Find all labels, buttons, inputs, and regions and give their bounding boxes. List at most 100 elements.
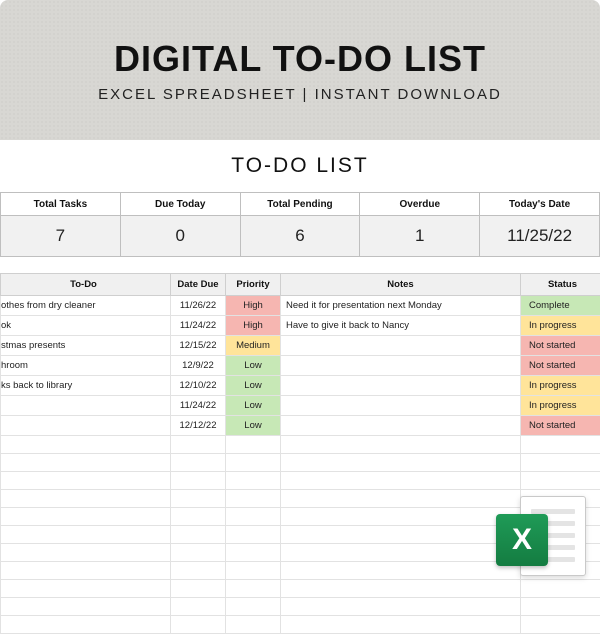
empty-cell[interactable] [281,472,521,490]
cell-priority[interactable]: Low [226,356,281,376]
empty-cell[interactable] [171,436,226,454]
empty-cell[interactable] [226,436,281,454]
empty-cell[interactable] [171,616,226,634]
empty-cell[interactable] [1,508,171,526]
empty-cell[interactable] [171,544,226,562]
empty-cell[interactable] [226,544,281,562]
cell-priority[interactable]: High [226,316,281,336]
empty-cell[interactable] [1,544,171,562]
cell-status[interactable]: Not started [521,356,600,376]
cell-date[interactable]: 11/26/22 [171,296,226,316]
cell-notes[interactable] [281,416,521,436]
table-row-empty[interactable] [1,580,600,598]
empty-cell[interactable] [226,562,281,580]
empty-cell[interactable] [281,490,521,508]
cell-date[interactable]: 12/10/22 [171,376,226,396]
empty-cell[interactable] [226,490,281,508]
cell-todo[interactable] [1,416,171,436]
cell-status[interactable]: In progress [521,376,600,396]
promo-header: DIGITAL TO-DO LIST EXCEL SPREADSHEET | I… [0,0,600,140]
empty-cell[interactable] [1,580,171,598]
table-row[interactable]: 12/12/22Low Not started [1,416,600,436]
empty-cell[interactable] [281,580,521,598]
cell-todo[interactable] [1,396,171,416]
empty-cell[interactable] [521,598,600,616]
empty-cell[interactable] [1,616,171,634]
empty-cell[interactable] [281,562,521,580]
empty-cell[interactable] [226,508,281,526]
cell-notes[interactable] [281,396,521,416]
table-row-empty[interactable] [1,454,600,472]
empty-cell[interactable] [1,454,171,472]
empty-cell[interactable] [281,526,521,544]
cell-status[interactable]: Not started [521,336,600,356]
empty-cell[interactable] [281,598,521,616]
empty-cell[interactable] [226,472,281,490]
empty-cell[interactable] [1,526,171,544]
empty-cell[interactable] [281,508,521,526]
empty-cell[interactable] [226,616,281,634]
cell-priority[interactable]: Low [226,396,281,416]
table-row[interactable]: othes from dry cleaner11/26/22HighNeed i… [1,296,600,316]
empty-cell[interactable] [521,580,600,598]
empty-cell[interactable] [281,454,521,472]
table-row[interactable]: ok11/24/22HighHave to give it back to Na… [1,316,600,336]
empty-cell[interactable] [1,472,171,490]
cell-status[interactable]: In progress [521,316,600,336]
empty-cell[interactable] [1,490,171,508]
table-row-empty[interactable] [1,436,600,454]
cell-notes[interactable] [281,356,521,376]
cell-todo[interactable]: ok [1,316,171,336]
cell-notes[interactable]: Have to give it back to Nancy [281,316,521,336]
cell-date[interactable]: 11/24/22 [171,316,226,336]
empty-cell[interactable] [226,454,281,472]
empty-cell[interactable] [1,436,171,454]
empty-cell[interactable] [171,454,226,472]
empty-cell[interactable] [521,454,600,472]
table-row[interactable]: 11/24/22Low In progress [1,396,600,416]
empty-cell[interactable] [171,598,226,616]
cell-priority[interactable]: Medium [226,336,281,356]
empty-cell[interactable] [171,472,226,490]
cell-priority[interactable]: High [226,296,281,316]
empty-cell[interactable] [281,436,521,454]
cell-todo[interactable]: ks back to library [1,376,171,396]
cell-notes[interactable] [281,376,521,396]
cell-notes[interactable] [281,336,521,356]
cell-date[interactable]: 11/24/22 [171,396,226,416]
cell-todo[interactable]: othes from dry cleaner [1,296,171,316]
cell-priority[interactable]: Low [226,416,281,436]
empty-cell[interactable] [521,616,600,634]
empty-cell[interactable] [281,616,521,634]
cell-date[interactable]: 12/12/22 [171,416,226,436]
table-row-empty[interactable] [1,598,600,616]
empty-cell[interactable] [171,562,226,580]
empty-cell[interactable] [521,436,600,454]
empty-cell[interactable] [281,544,521,562]
empty-cell[interactable] [1,598,171,616]
cell-date[interactable]: 12/15/22 [171,336,226,356]
cell-todo[interactable]: stmas presents [1,336,171,356]
empty-cell[interactable] [521,472,600,490]
table-row[interactable]: hroom12/9/22Low Not started [1,356,600,376]
empty-cell[interactable] [171,580,226,598]
empty-cell[interactable] [171,526,226,544]
cell-status[interactable]: In progress [521,396,600,416]
table-row[interactable]: ks back to library12/10/22Low In progress [1,376,600,396]
cell-status[interactable]: Complete [521,296,600,316]
empty-cell[interactable] [226,598,281,616]
table-row-empty[interactable] [1,616,600,634]
empty-cell[interactable] [171,490,226,508]
cell-date[interactable]: 12/9/22 [171,356,226,376]
cell-notes[interactable]: Need it for presentation next Monday [281,296,521,316]
summary-value: 0 [121,216,240,256]
cell-todo[interactable]: hroom [1,356,171,376]
cell-priority[interactable]: Low [226,376,281,396]
table-row-empty[interactable] [1,472,600,490]
empty-cell[interactable] [171,508,226,526]
empty-cell[interactable] [1,562,171,580]
empty-cell[interactable] [226,526,281,544]
table-row[interactable]: stmas presents12/15/22Medium Not started [1,336,600,356]
cell-status[interactable]: Not started [521,416,600,436]
empty-cell[interactable] [226,580,281,598]
